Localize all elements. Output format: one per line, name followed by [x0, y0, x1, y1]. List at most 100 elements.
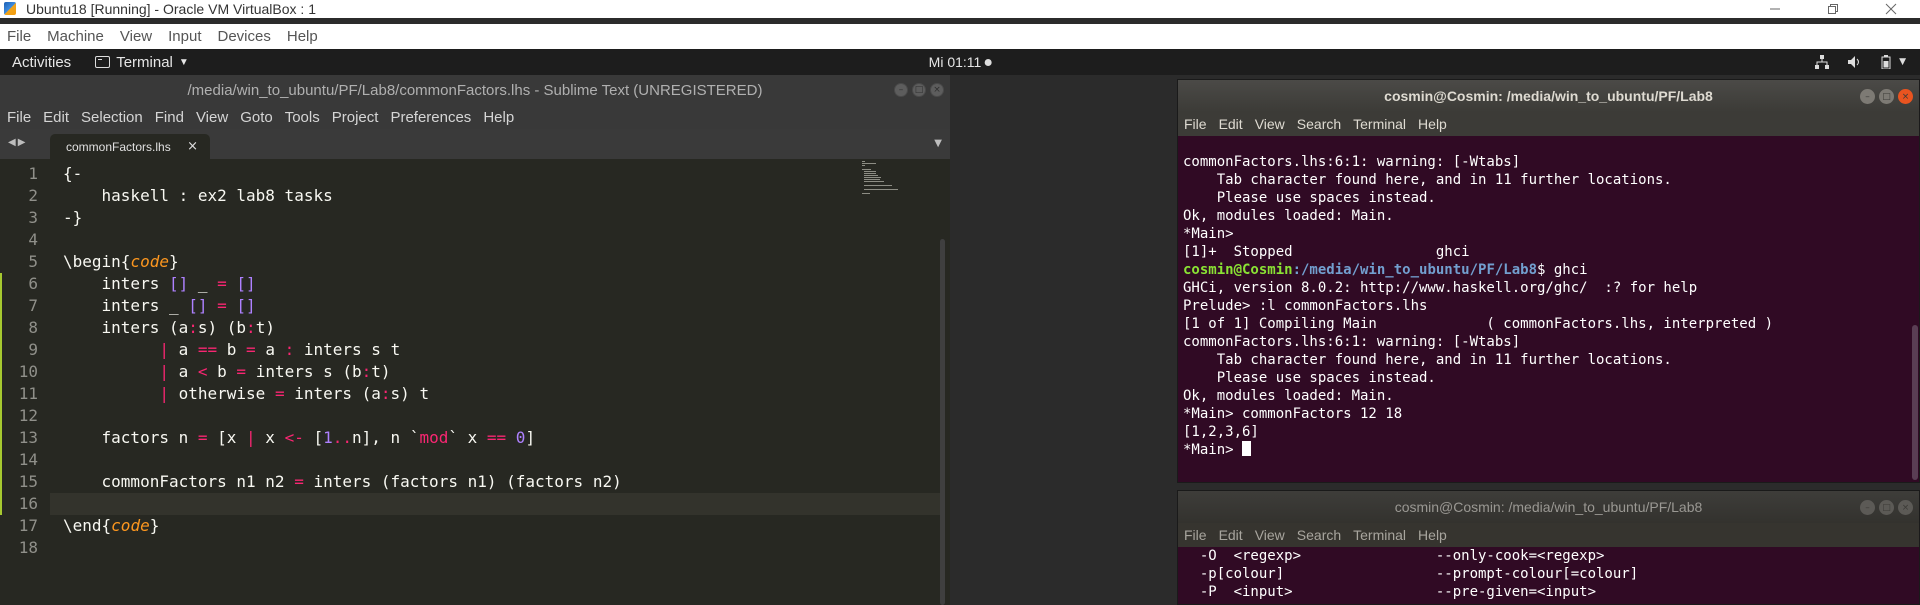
vbox-menu-help[interactable]: Help	[287, 28, 318, 45]
terminal-1-output[interactable]: commonFactors.lhs:6:1: warning: [-Wtabs]…	[1178, 136, 1919, 482]
terminal-2-output[interactable]: -O <regexp> --only-cook=<regexp> -p[colo…	[1178, 547, 1919, 604]
terminal-1-scrollbar[interactable]	[1912, 325, 1918, 480]
terminal-input-line[interactable]: *Main>	[1183, 441, 1919, 459]
t1-menu-terminal[interactable]: Terminal	[1353, 116, 1406, 132]
st-menu-help[interactable]: Help	[483, 109, 514, 126]
terminal-1-title: cosmin@Cosmin: /media/win_to_ubuntu/PF/L…	[1384, 88, 1713, 104]
modified-lines-marker	[0, 273, 2, 515]
app-menu-button[interactable]: Terminal ▼	[95, 54, 189, 71]
scrollbar-thumb[interactable]	[940, 239, 945, 605]
line-number: 18	[18, 538, 38, 557]
t1-menu-file[interactable]: File	[1184, 116, 1207, 132]
close-icon[interactable]: ×	[1898, 89, 1913, 104]
minimap-line	[862, 165, 865, 166]
minimize-icon[interactable]: –	[1860, 89, 1875, 104]
st-menu-tools[interactable]: Tools	[285, 109, 320, 126]
vbox-menu-devices[interactable]: Devices	[218, 28, 271, 45]
minimize-icon[interactable]: –	[894, 83, 908, 97]
t2-menu-terminal[interactable]: Terminal	[1353, 527, 1406, 543]
close-icon[interactable]: ×	[930, 83, 944, 97]
chevron-down-icon: ▼	[178, 56, 189, 68]
st-menu-view[interactable]: View	[196, 109, 228, 126]
code-editor[interactable]: 1 2 3 4 5 6 7 8 9 10 11 12 13 14 15 16 17 18 {- haskell :…	[0, 159, 940, 605]
st-menu-file[interactable]: File	[7, 109, 31, 126]
code-line[interactable]: -}	[63, 207, 82, 229]
virtualbox-app-icon	[2, 0, 20, 18]
t2-menu-help[interactable]: Help	[1418, 527, 1447, 543]
tab-commonfactors[interactable]: commonFactors.lhs ×	[50, 134, 210, 159]
terminal-icon	[95, 56, 111, 68]
sublime-window-title: /media/win_to_ubuntu/PF/Lab8/commonFacto…	[187, 81, 763, 99]
st-menu-project[interactable]: Project	[332, 109, 379, 126]
st-menu-goto[interactable]: Goto	[240, 109, 273, 126]
minimap-line	[862, 169, 871, 170]
t2-menu-edit[interactable]: Edit	[1219, 527, 1243, 543]
notification-dot-icon	[984, 58, 992, 66]
sublime-scrollbar[interactable]	[938, 159, 946, 605]
volume-icon	[1845, 54, 1863, 70]
t1-menu-search[interactable]: Search	[1297, 116, 1341, 132]
code-line[interactable]: commonFactors n1 n2 = inters (factors n1…	[63, 471, 622, 493]
line-number: 11	[18, 384, 38, 403]
line-number: 1	[28, 164, 38, 183]
code-line[interactable]: inters _ [] = []	[63, 295, 256, 317]
t2-menu-file[interactable]: File	[1184, 527, 1207, 543]
close-icon[interactable]	[1862, 0, 1920, 18]
tab-dropdown-icon[interactable]: ▼	[934, 138, 942, 149]
clock[interactable]: Mi 01:11	[929, 54, 992, 70]
line-number: 6	[28, 274, 38, 293]
code-line[interactable]: | a < b = inters s (b:t)	[63, 361, 390, 383]
code-line[interactable]: inters (a:s) (b:t)	[63, 317, 275, 339]
terminal-1-titlebar: cosmin@Cosmin: /media/win_to_ubuntu/PF/L…	[1178, 80, 1919, 112]
vbox-menu-view[interactable]: View	[120, 28, 152, 45]
prompt-command: $ ghci	[1537, 262, 1588, 278]
minimap-line	[864, 179, 880, 180]
terminal-line: Ok, modules loaded: Main.	[1183, 388, 1394, 404]
vbox-menu-file[interactable]: File	[7, 28, 31, 45]
minimize-icon[interactable]	[1746, 0, 1804, 18]
restore-icon[interactable]	[1804, 0, 1862, 18]
st-menu-selection[interactable]: Selection	[81, 109, 143, 126]
current-line-highlight	[50, 493, 940, 515]
activities-button[interactable]: Activities	[12, 54, 71, 71]
t2-menu-view[interactable]: View	[1255, 527, 1285, 543]
terminal-1-window-controls: – □ ×	[1860, 89, 1913, 104]
code-line[interactable]: factors n = [x | x <- [1..n], n `mod` x …	[63, 427, 536, 449]
minimap-line	[864, 177, 881, 178]
tab-close-icon[interactable]: ×	[187, 139, 198, 154]
t1-menu-help[interactable]: Help	[1418, 116, 1447, 132]
st-menu-preferences[interactable]: Preferences	[390, 109, 471, 126]
st-menu-find[interactable]: Find	[155, 109, 184, 126]
sublime-text-window: /media/win_to_ubuntu/PF/Lab8/commonFacto…	[0, 75, 950, 605]
line-number: 5	[28, 252, 38, 271]
close-icon[interactable]: ×	[1898, 500, 1913, 515]
minimap-thumbnail[interactable]	[860, 159, 900, 199]
code-line[interactable]: | otherwise = inters (a:s) t	[63, 383, 429, 405]
tab-navigation-arrows-icon[interactable]: ◀▶	[8, 137, 27, 148]
terminal-line: [1]+ Stopped ghci	[1183, 244, 1470, 260]
code-line[interactable]: \begin{code}	[63, 251, 179, 273]
maximize-icon[interactable]: □	[1879, 500, 1894, 515]
st-menu-edit[interactable]: Edit	[43, 109, 69, 126]
sublime-minimap[interactable]	[1061, 161, 1101, 191]
vbox-menu-input[interactable]: Input	[168, 28, 201, 45]
code-line[interactable]: \end{code}	[63, 515, 159, 537]
code-line[interactable]: inters [] _ = []	[63, 273, 256, 295]
code-line[interactable]: haskell : ex2 lab8 tasks	[63, 185, 333, 207]
minimap-line	[864, 189, 898, 190]
system-tray[interactable]: ▼	[1813, 49, 1906, 75]
code-line[interactable]: {-	[63, 163, 82, 185]
maximize-icon[interactable]: □	[912, 83, 926, 97]
t1-menu-view[interactable]: View	[1255, 116, 1285, 132]
t2-menu-search[interactable]: Search	[1297, 527, 1341, 543]
sublime-tabbar: ◀▶ commonFactors.lhs × ▼	[0, 129, 950, 159]
line-number: 8	[28, 318, 38, 337]
minimap-line	[864, 171, 876, 172]
vbox-menu-machine[interactable]: Machine	[47, 28, 104, 45]
minimap-line	[864, 185, 892, 186]
sublime-menubar: File Edit Selection Find View Goto Tools…	[0, 105, 950, 129]
t1-menu-edit[interactable]: Edit	[1219, 116, 1243, 132]
maximize-icon[interactable]: □	[1879, 89, 1894, 104]
code-line[interactable]: | a == b = a : inters s t	[63, 339, 400, 361]
minimize-icon[interactable]: –	[1860, 500, 1875, 515]
